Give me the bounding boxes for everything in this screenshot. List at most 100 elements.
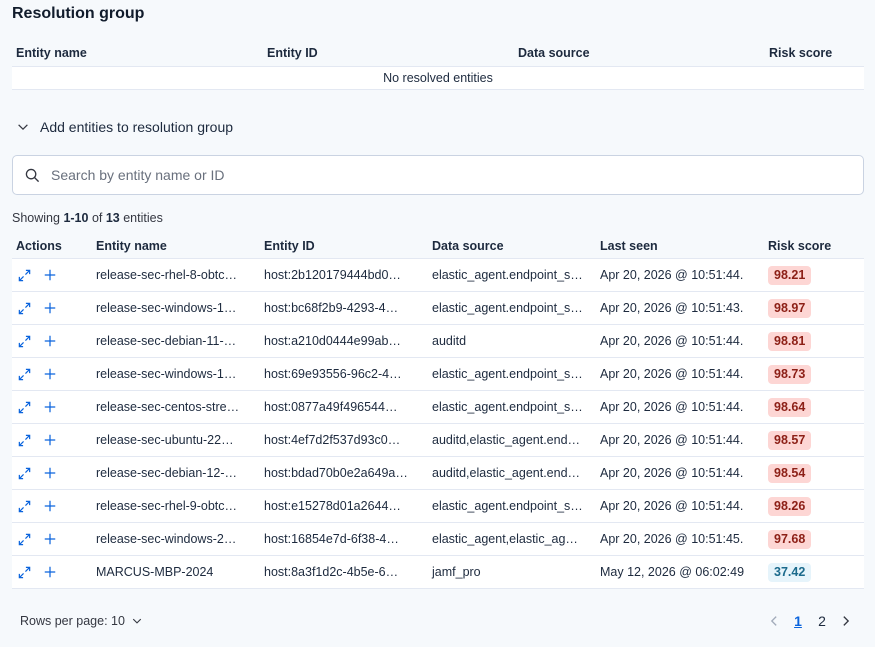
add-icon[interactable]: [42, 564, 58, 580]
rows-per-page-selector[interactable]: Rows per page: 10: [12, 614, 143, 628]
expand-icon[interactable]: [16, 498, 32, 514]
column-header-last-seen[interactable]: Last seen: [596, 239, 764, 253]
entity-name-cell: release-sec-ubuntu-22…: [96, 433, 234, 447]
add-icon[interactable]: [42, 531, 58, 547]
column-header-entity-id: Entity ID: [267, 46, 318, 60]
next-page-button[interactable]: [834, 611, 858, 631]
expand-icon[interactable]: [16, 531, 32, 547]
data-source-cell: elastic_agent.endpoint_s…: [432, 301, 583, 315]
entity-name-cell: release-sec-rhel-9-obtc…: [96, 499, 238, 513]
last-seen-cell: Apr 20, 2026 @ 10:51:43.: [600, 301, 744, 315]
column-header-entity-id[interactable]: Entity ID: [260, 239, 428, 253]
row-actions: [12, 399, 92, 415]
risk-score-cell: 98.73: [764, 364, 864, 384]
add-icon[interactable]: [42, 333, 58, 349]
entity-name-cell: MARCUS-MBP-2024: [96, 565, 214, 579]
last-seen-cell: Apr 20, 2026 @ 10:51:45.: [600, 532, 744, 546]
results-count-of: of: [88, 211, 106, 225]
risk-score-cell: 98.54: [764, 463, 864, 483]
add-icon[interactable]: [42, 267, 58, 283]
row-actions: [12, 366, 92, 382]
expand-icon[interactable]: [16, 366, 32, 382]
table-row: release-sec-debian-11-… host:a210d0444e99…: [12, 325, 864, 358]
data-source-cell: auditd,elastic_agent.end…: [432, 433, 581, 447]
table-row: release-sec-windows-1… host:bc68f2b9-4293…: [12, 292, 864, 325]
expand-icon[interactable]: [16, 432, 32, 448]
table-row: release-sec-debian-12-… host:bdad70b0e2a6…: [12, 457, 864, 490]
column-header-entity-name[interactable]: Entity name: [92, 239, 260, 253]
row-actions: [12, 267, 92, 283]
column-header-entity-name: Entity name: [16, 46, 87, 60]
add-icon[interactable]: [42, 465, 58, 481]
column-header-risk-score: Risk score: [769, 46, 833, 60]
entity-name-cell: release-sec-rhel-8-obtc…: [96, 268, 238, 282]
entity-id-cell: host:8a3f1d2c-4b5e-6…: [264, 565, 399, 579]
search-input[interactable]: [49, 166, 829, 184]
risk-score-badge: 98.26: [768, 496, 812, 516]
column-header-data-source[interactable]: Data source: [428, 239, 596, 253]
last-seen-cell: Apr 20, 2026 @ 10:51:44.: [600, 433, 744, 447]
add-icon[interactable]: [42, 366, 58, 382]
add-entities-accordion-toggle[interactable]: Add entities to resolution group: [16, 116, 233, 138]
results-count: Showing 1-10 of 13 entities: [12, 211, 163, 225]
risk-score-cell: 98.97: [764, 298, 864, 318]
data-source-cell: elastic_agent.endpoint_s…: [432, 499, 583, 513]
expand-icon[interactable]: [16, 267, 32, 283]
column-header-risk-score[interactable]: Risk score: [764, 239, 864, 253]
expand-icon[interactable]: [16, 465, 32, 481]
entity-name-cell: release-sec-debian-12-…: [96, 466, 238, 480]
entity-name-cell: release-sec-windows-2…: [96, 532, 237, 546]
last-seen-cell: Apr 20, 2026 @ 10:51:44.: [600, 268, 744, 282]
entity-id-cell: host:0877a49f496544…: [264, 400, 398, 414]
risk-score-badge: 98.97: [768, 298, 812, 318]
entity-id-cell: host:4ef7d2f537d93c0…: [264, 433, 401, 447]
add-icon[interactable]: [42, 432, 58, 448]
add-icon[interactable]: [42, 399, 58, 415]
results-count-suffix: entities: [119, 211, 163, 225]
pagination: 1 2: [762, 611, 864, 631]
entity-name-cell: release-sec-windows-1…: [96, 367, 237, 381]
resolution-group-title: Resolution group: [12, 5, 145, 22]
row-actions: [12, 333, 92, 349]
table-row: release-sec-windows-1… host:69e93556-96c2…: [12, 358, 864, 391]
add-icon[interactable]: [42, 300, 58, 316]
data-source-cell: elastic_agent.endpoint_s…: [432, 268, 583, 282]
results-total: 13: [105, 211, 120, 225]
risk-score-cell: 98.57: [764, 430, 864, 450]
last-seen-cell: Apr 20, 2026 @ 10:51:44.: [600, 466, 744, 480]
entity-id-cell: host:bc68f2b9-4293-4…: [264, 301, 399, 315]
previous-page-button[interactable]: [762, 611, 786, 631]
data-source-cell: jamf_pro: [432, 565, 481, 579]
chevron-down-icon: [18, 124, 28, 131]
empty-state-message: No resolved entities: [12, 66, 864, 90]
table-row: release-sec-rhel-9-obtc… host:e15278d01a2…: [12, 490, 864, 523]
risk-score-badge: 98.81: [768, 331, 812, 351]
entity-id-cell: host:2b120179444bd0…: [264, 268, 401, 282]
entity-id-cell: host:69e93556-96c2-4…: [264, 367, 402, 381]
last-seen-cell: Apr 20, 2026 @ 10:51:44.: [600, 400, 744, 414]
page-1-button[interactable]: 1: [786, 613, 810, 629]
expand-icon[interactable]: [16, 300, 32, 316]
risk-score-badge: 98.57: [768, 430, 812, 450]
add-icon[interactable]: [42, 498, 58, 514]
expand-icon[interactable]: [16, 399, 32, 415]
entity-id-cell: host:bdad70b0e2a649a…: [264, 466, 408, 480]
page-2-button[interactable]: 2: [810, 613, 834, 629]
risk-score-cell: 97.68: [764, 529, 864, 549]
search-icon: [25, 168, 40, 182]
expand-icon[interactable]: [16, 564, 32, 580]
resolution-table-header: Entity name Entity ID Data source Risk s…: [12, 40, 864, 66]
data-source-cell: auditd: [432, 334, 467, 348]
page: Resolution group Entity name Entity ID D…: [0, 0, 875, 647]
data-source-cell: elastic_agent,elastic_ag…: [432, 532, 578, 546]
column-header-data-source: Data source: [518, 46, 590, 60]
table-row: MARCUS-MBP-2024 host:8a3f1d2c-4b5e-6… jamf…: [12, 556, 864, 589]
entity-id-cell: host:16854e7d-6f38-4…: [264, 532, 399, 546]
chevron-right-icon: [843, 616, 850, 626]
search-field[interactable]: [12, 155, 864, 195]
last-seen-cell: Apr 20, 2026 @ 10:51:44.: [600, 499, 744, 513]
expand-icon[interactable]: [16, 333, 32, 349]
data-source-cell: elastic_agent.endpoint_s…: [432, 367, 583, 381]
entity-id-cell: host:e15278d01a2644…: [264, 499, 401, 513]
entity-id-cell: host:a210d0444e99ab…: [264, 334, 401, 348]
